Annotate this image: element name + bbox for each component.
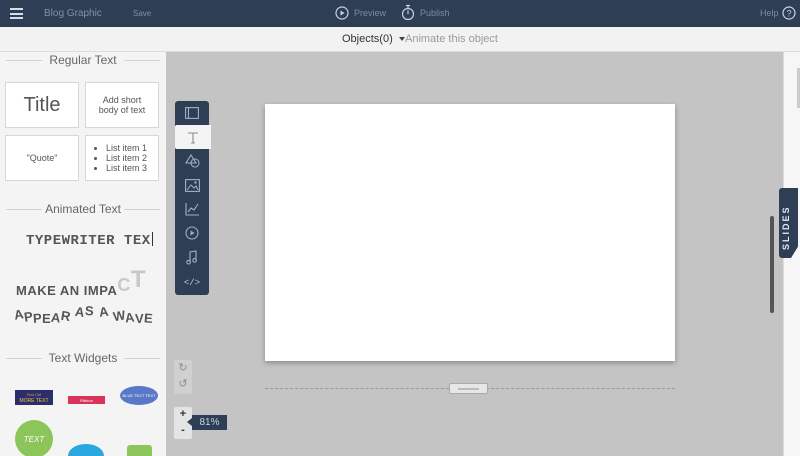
preview-label: Preview — [354, 8, 387, 18]
impact-letter-t: T — [130, 266, 147, 293]
widget-ribbon[interactable]: Ribbon — [68, 396, 105, 404]
undo-icon[interactable]: ↺ — [174, 376, 192, 392]
line-chart-icon — [184, 203, 199, 216]
publish-button[interactable]: Publish — [401, 4, 450, 21]
widget-cyan-shape[interactable] — [68, 444, 104, 456]
text-icon — [188, 131, 198, 144]
impact-text-preset[interactable]: MAKE AN IMPACT — [16, 266, 146, 302]
wave-letter: E — [143, 310, 155, 326]
objects-label: Objects(0) — [342, 33, 393, 45]
shapes-tool-button[interactable] — [175, 149, 209, 173]
layout-icon — [185, 107, 199, 119]
widget-oval[interactable]: BLUE TEXT TEXT — [120, 386, 158, 405]
typewriter-text-preset[interactable]: TYPEWRITER TEX — [26, 232, 153, 249]
body-text-card[interactable]: Add short body of text — [85, 82, 159, 128]
history-controls: ↻ ↺ — [174, 360, 192, 394]
publish-label: Publish — [420, 7, 450, 18]
preview-button[interactable]: Preview — [335, 6, 386, 20]
resize-handle[interactable] — [449, 383, 488, 394]
top-bar: Blog Graphic Save Preview Publish Help ? — [0, 0, 800, 27]
widget-circle[interactable]: TEXT — [15, 420, 53, 456]
objects-dropdown[interactable]: Objects(0) — [342, 33, 405, 45]
chart-tool-button[interactable] — [175, 197, 209, 221]
slide-canvas[interactable] — [265, 104, 675, 361]
chevron-down-icon — [398, 37, 405, 41]
play-circle-icon — [335, 6, 349, 20]
title-text-card[interactable]: Title — [5, 82, 79, 128]
widget-boxed-text[interactable]: Text Ctrl MORE TEXT — [15, 390, 53, 405]
list-item: List item 1 — [106, 143, 147, 153]
layout-tool-button[interactable] — [175, 101, 209, 125]
list-item: List item 2 — [106, 153, 147, 163]
wave-text-preset[interactable]: APPEAR AS A WAVE — [13, 303, 154, 326]
text-cursor-icon — [151, 232, 153, 246]
save-button[interactable]: Save — [133, 9, 151, 18]
quote-card-label: "Quote" — [26, 153, 58, 163]
list-card-items: List item 1 List item 2 List item 3 — [94, 143, 147, 173]
widget-1-main: MORE TEXT — [19, 397, 49, 404]
shapes-icon — [184, 154, 200, 168]
insert-toolbar: </> — [175, 101, 211, 295]
impact-letter-c: C — [117, 275, 131, 295]
animate-object-link[interactable]: Animate this object — [405, 33, 498, 45]
code-icon: </> — [183, 278, 201, 288]
quote-text-card[interactable]: "Quote" — [5, 135, 79, 181]
widget-2-label: Ribbon — [80, 397, 93, 403]
image-icon — [184, 178, 200, 192]
body-card-label: Add short body of text — [98, 95, 146, 115]
animated-text-heading: Animated Text — [0, 202, 166, 216]
regular-text-heading: Regular Text — [0, 53, 166, 67]
document-title[interactable]: Blog Graphic — [44, 8, 102, 19]
slides-panel-tab[interactable]: SLIDES — [779, 188, 799, 258]
help-button[interactable]: Help ? — [760, 6, 796, 20]
title-card-label: Title — [23, 93, 61, 116]
widget-green-tag[interactable] — [127, 445, 152, 456]
svg-text:?: ? — [786, 9, 791, 19]
typewriter-label: TYPEWRITER TEX — [26, 233, 151, 249]
menu-icon[interactable] — [10, 8, 23, 19]
video-tool-button[interactable] — [175, 221, 209, 245]
help-label: Help — [760, 8, 779, 18]
text-panel: Regular Text Title Add short body of tex… — [0, 52, 166, 456]
widget-3-label: BLUE TEXT TEXT — [122, 393, 156, 398]
play-circle-icon — [185, 226, 199, 240]
object-bar: Objects(0) Animate this object — [0, 27, 800, 52]
stopwatch-icon — [401, 4, 415, 21]
zoom-level-badge: 81% — [187, 415, 227, 430]
widget-4-label: TEXT — [23, 434, 45, 444]
text-widgets-heading: Text Widgets — [0, 351, 166, 365]
list-item: List item 3 — [106, 163, 147, 173]
audio-tool-button[interactable] — [175, 245, 209, 269]
canvas-scrollbar[interactable] — [770, 216, 774, 313]
text-tool-button[interactable] — [175, 125, 211, 149]
impact-label: MAKE AN IMPA — [16, 283, 118, 298]
music-note-icon — [186, 249, 197, 265]
image-tool-button[interactable] — [175, 173, 209, 197]
help-circle-icon: ? — [781, 6, 796, 20]
redo-icon[interactable]: ↻ — [174, 360, 192, 376]
list-text-card[interactable]: List item 1 List item 2 List item 3 — [85, 135, 159, 181]
embed-code-tool-button[interactable]: </> — [175, 271, 209, 295]
slides-tab-label: SLIDES — [781, 205, 791, 250]
